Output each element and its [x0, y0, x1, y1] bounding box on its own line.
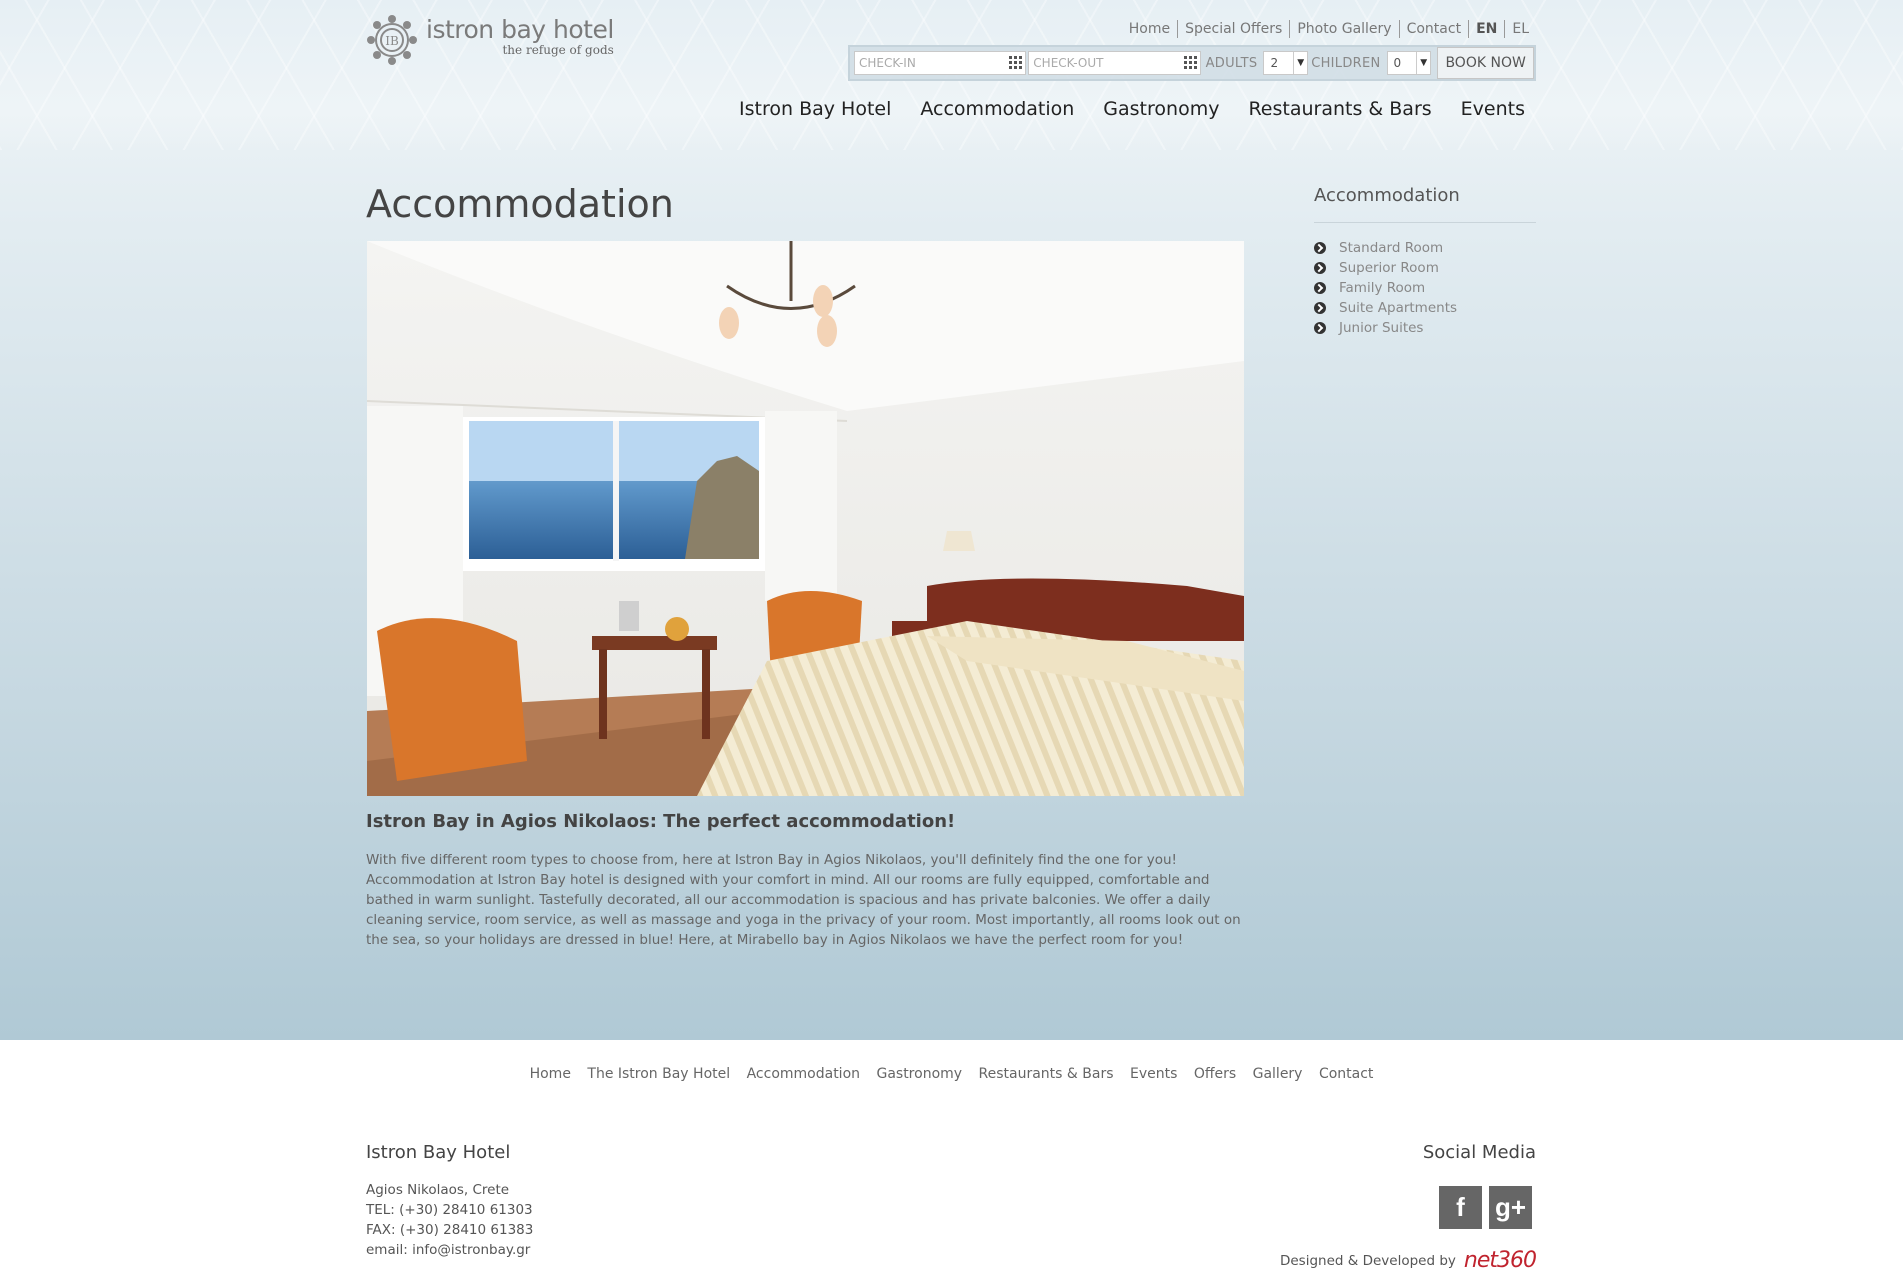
- section-body: With five different room types to choose…: [366, 852, 1241, 948]
- footer-fax: FAX: (+30) 28410 61383: [366, 1222, 534, 1238]
- section-subtitle: Istron Bay in Agios Nikolaos: The perfec…: [366, 811, 956, 832]
- adults-label: ADULTS: [1205, 55, 1258, 71]
- nav-gastronomy[interactable]: Gastronomy: [1103, 98, 1219, 120]
- toplink-photo-gallery[interactable]: Photo Gallery: [1289, 20, 1398, 38]
- sidebar-item-label: Standard Room: [1339, 240, 1444, 256]
- toplink-home[interactable]: Home: [1122, 20, 1177, 38]
- nav-accommodation[interactable]: Accommodation: [920, 98, 1074, 120]
- nav-restaurants-bars[interactable]: Restaurants & Bars: [1248, 98, 1431, 120]
- sidebar-item-label: Superior Room: [1339, 260, 1439, 276]
- room-photo: [367, 241, 1244, 796]
- net360-logo[interactable]: net360: [1464, 1248, 1537, 1273]
- footer-link-offers[interactable]: Offers: [1194, 1066, 1236, 1082]
- page-title: Accommodation: [366, 182, 674, 226]
- children-label: CHILDREN: [1311, 55, 1381, 71]
- chevron-right-circle-icon: [1314, 302, 1326, 314]
- nav-events[interactable]: Events: [1461, 98, 1525, 120]
- footer-link-gallery[interactable]: Gallery: [1253, 1066, 1303, 1082]
- children-value: 0: [1393, 56, 1402, 70]
- sidebar-item-label: Family Room: [1339, 280, 1426, 296]
- chevron-down-icon: ▼: [1416, 52, 1430, 74]
- google-plus-icon[interactable]: g+: [1489, 1186, 1532, 1229]
- sidebar-item-suite-apartments[interactable]: Suite Apartments: [1314, 298, 1457, 318]
- logo-name: istron bay hotel: [426, 15, 614, 44]
- footer-links: Home The Istron Bay Hotel Accommodation …: [0, 1066, 1903, 1082]
- chevron-right-circle-icon: [1314, 282, 1326, 294]
- adults-select[interactable]: 2 ▼: [1263, 51, 1309, 75]
- nav-istron-bay-hotel[interactable]: Istron Bay Hotel: [739, 98, 891, 120]
- chevron-right-circle-icon: [1314, 322, 1326, 334]
- booking-bar: CHECK-IN CHECK-OUT ADULTS 2 ▼ CHILDREN 0…: [848, 45, 1536, 81]
- language-el[interactable]: EL: [1504, 20, 1536, 38]
- sidebar-divider: [1314, 222, 1536, 223]
- developer-credit: Designed & Developed by net360: [1279, 1248, 1537, 1273]
- facebook-icon[interactable]: f: [1439, 1186, 1482, 1229]
- social-media-title: Social Media: [1422, 1142, 1536, 1163]
- footer: Home The Istron Bay Hotel Accommodation …: [0, 1040, 1903, 1275]
- chevron-down-icon: ▼: [1293, 52, 1307, 74]
- sidebar-room-list: Standard Room Superior Room Family Room …: [1314, 238, 1457, 338]
- checkin-input[interactable]: CHECK-IN: [854, 51, 1027, 75]
- toplink-special-offers[interactable]: Special Offers: [1177, 20, 1289, 38]
- sidebar-item-junior-suites[interactable]: Junior Suites: [1314, 318, 1457, 338]
- checkin-placeholder: CHECK-IN: [859, 56, 916, 70]
- chevron-right-circle-icon: [1314, 242, 1326, 254]
- top-links: Home Special Offers Photo Gallery Contac…: [1122, 20, 1536, 38]
- footer-link-events[interactable]: Events: [1130, 1066, 1177, 1082]
- adults-value: 2: [1270, 56, 1279, 70]
- social-media-links: f g+: [1439, 1186, 1532, 1229]
- checkout-placeholder: CHECK-OUT: [1033, 56, 1104, 70]
- checkout-input[interactable]: CHECK-OUT: [1028, 51, 1201, 75]
- footer-link-gastronomy[interactable]: Gastronomy: [876, 1066, 962, 1082]
- footer-link-contact[interactable]: Contact: [1319, 1066, 1373, 1082]
- footer-address: Agios Nikolaos, Crete: [366, 1182, 510, 1198]
- logo-emblem-icon: IB: [366, 14, 418, 66]
- sidebar-item-label: Suite Apartments: [1339, 300, 1458, 316]
- toplink-contact[interactable]: Contact: [1398, 20, 1468, 38]
- logo-tagline: the refuge of gods: [502, 43, 614, 58]
- footer-tel: TEL: (+30) 28410 61303: [366, 1202, 533, 1218]
- footer-link-istron-bay-hotel[interactable]: The Istron Bay Hotel: [587, 1066, 730, 1082]
- calendar-icon[interactable]: [1009, 56, 1023, 69]
- footer-email[interactable]: email: info@istronbay.gr: [366, 1240, 533, 1260]
- language-en[interactable]: EN: [1468, 20, 1504, 38]
- footer-link-restaurants-bars[interactable]: Restaurants & Bars: [979, 1066, 1114, 1082]
- sidebar-item-superior-room[interactable]: Superior Room: [1314, 258, 1457, 278]
- svg-text:IB: IB: [385, 34, 399, 48]
- hotel-logo[interactable]: IB istron bay hotel the refuge of gods: [366, 14, 614, 66]
- children-select[interactable]: 0 ▼: [1386, 51, 1432, 75]
- chevron-right-circle-icon: [1314, 262, 1326, 274]
- footer-hotel-title: Istron Bay Hotel: [366, 1142, 511, 1163]
- footer-contact-info: Agios Nikolaos, Crete TEL: (+30) 28410 6…: [366, 1180, 533, 1260]
- main-nav: Istron Bay Hotel Accommodation Gastronom…: [710, 98, 1525, 120]
- sidebar-item-standard-room[interactable]: Standard Room: [1314, 238, 1457, 258]
- footer-link-home[interactable]: Home: [530, 1066, 571, 1082]
- credit-text: Designed & Developed by: [1279, 1252, 1456, 1269]
- book-now-button[interactable]: BOOK NOW: [1437, 47, 1534, 79]
- sidebar-item-family-room[interactable]: Family Room: [1314, 278, 1457, 298]
- calendar-icon[interactable]: [1183, 56, 1197, 69]
- sidebar-title: Accommodation: [1314, 185, 1460, 206]
- sidebar-item-label: Junior Suites: [1339, 320, 1424, 336]
- footer-link-accommodation[interactable]: Accommodation: [747, 1066, 860, 1082]
